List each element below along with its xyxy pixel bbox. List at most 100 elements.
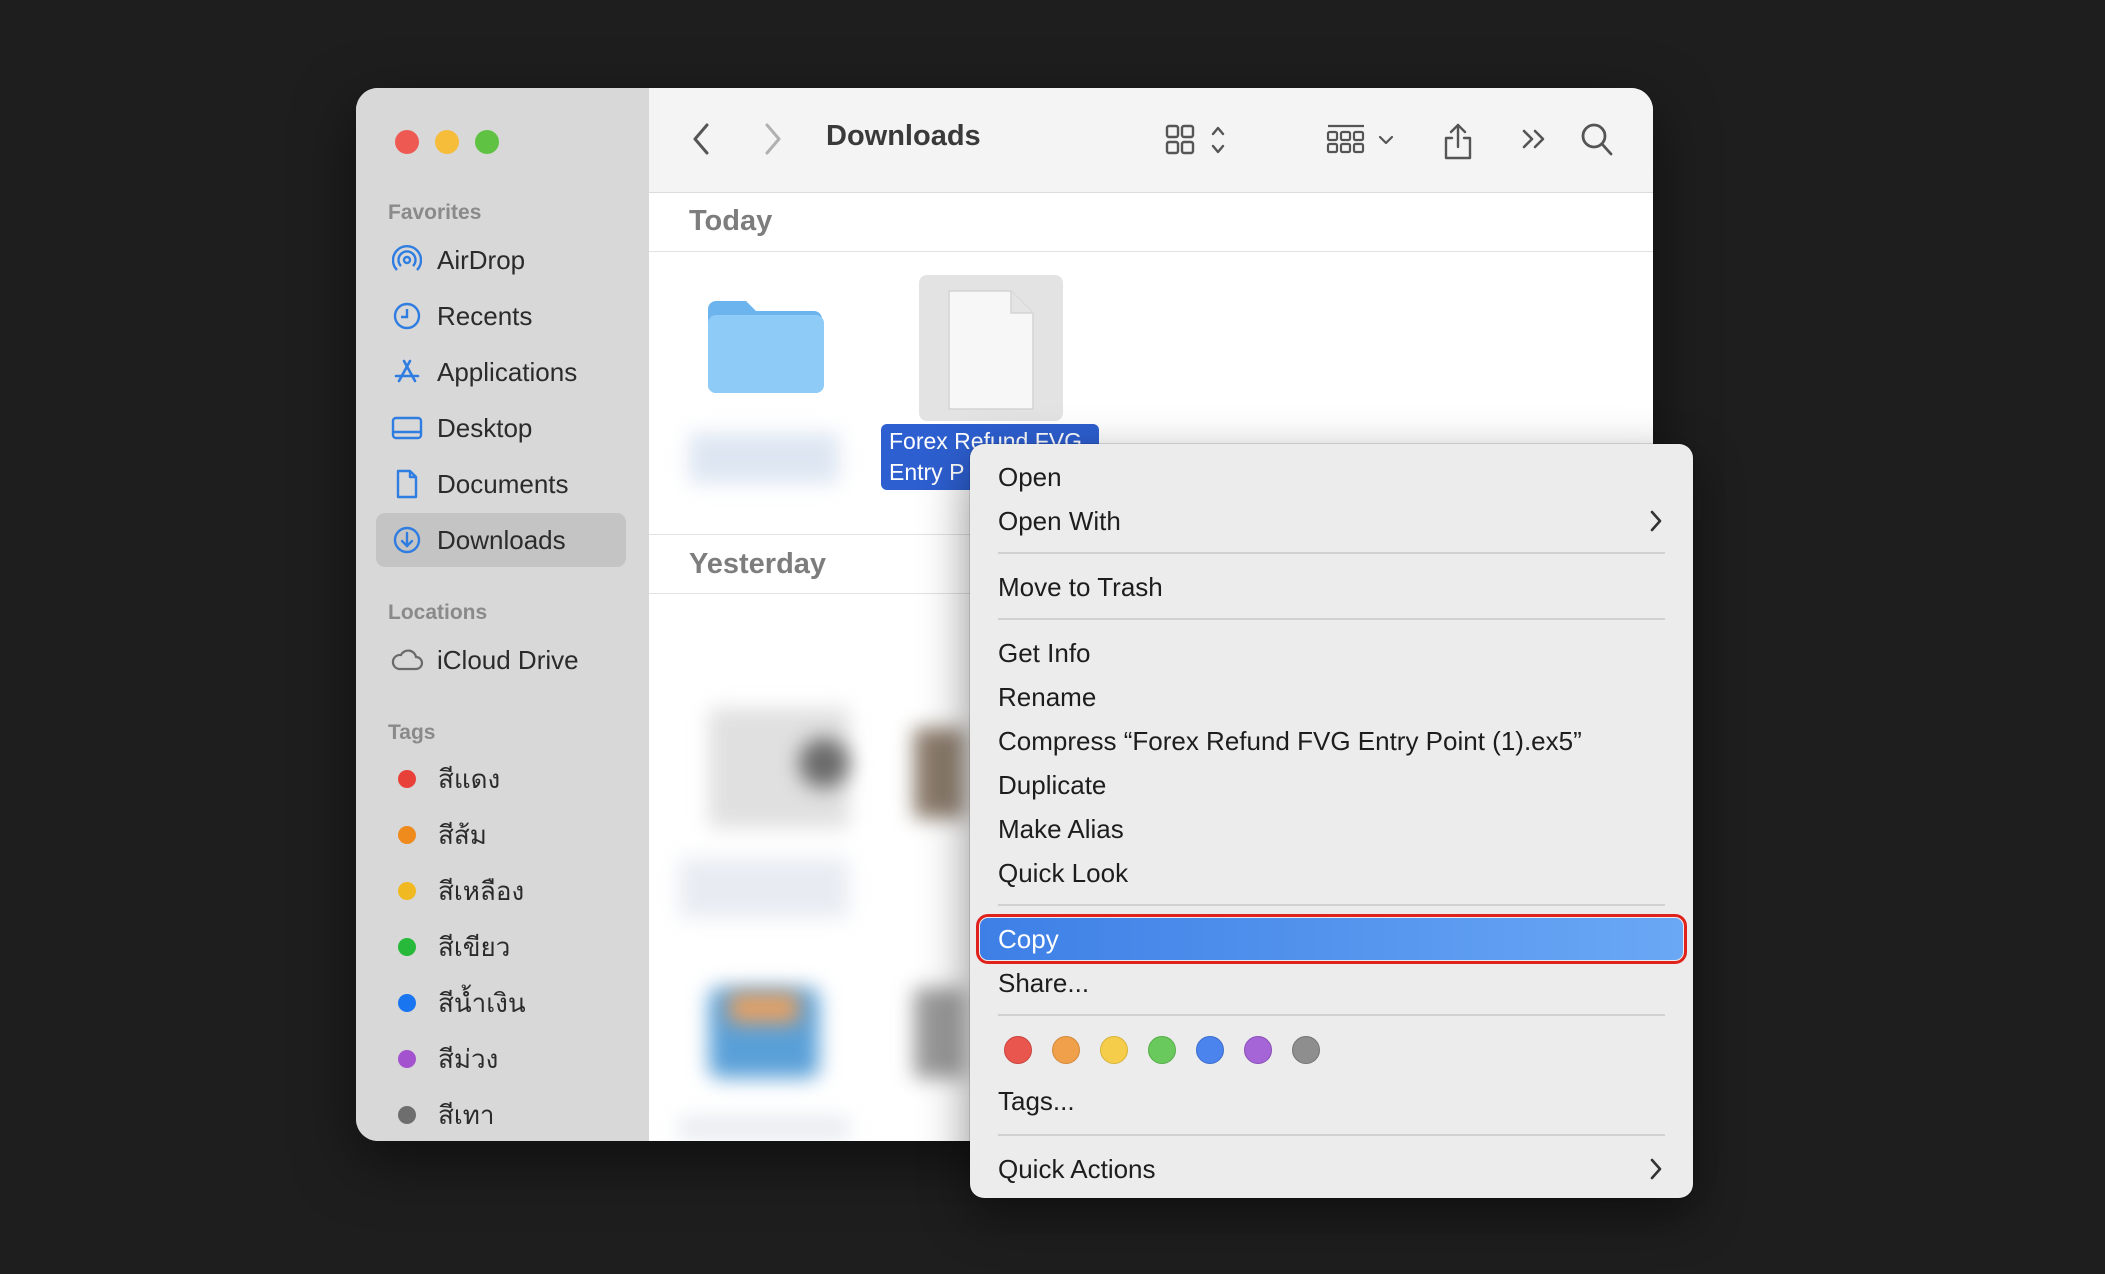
zoom-window-button[interactable] [475, 130, 499, 154]
download-icon [390, 523, 424, 557]
menu-item-quick-look[interactable]: Quick Look [980, 852, 1683, 894]
sidebar-item-label: Desktop [437, 412, 533, 443]
tag-color-purple[interactable] [1244, 1036, 1272, 1064]
sidebar-item-label: AirDrop [437, 244, 526, 275]
share-icon [1444, 123, 1472, 160]
more-toolbar-button[interactable] [1520, 122, 1550, 156]
menu-item-make-alias[interactable]: Make Alias [980, 808, 1683, 850]
tag-color-blue[interactable] [1196, 1036, 1224, 1064]
selected-file-item[interactable] [919, 275, 1063, 421]
locations-section-label: Locations [388, 601, 488, 624]
tag-color-yellow[interactable] [1100, 1036, 1128, 1064]
view-mode-button[interactable] [1164, 122, 1236, 158]
folder-item[interactable] [704, 293, 828, 403]
sidebar-item-downloads[interactable]: Downloads [376, 513, 626, 567]
blurred-file-thumbnail [799, 738, 849, 788]
tag-color-dot [398, 1050, 416, 1068]
menu-item-copy[interactable]: Copy [976, 914, 1687, 964]
menu-item-compress[interactable]: Compress “Forex Refund FVG Entry Point (… [980, 720, 1683, 762]
document-icon [390, 467, 424, 501]
sidebar-tag-gray[interactable]: สีเทา [376, 1088, 626, 1141]
folder-icon [708, 301, 824, 393]
menu-item-get-info[interactable]: Get Info [980, 632, 1683, 674]
chevron-double-right-icon [1522, 129, 1545, 149]
sidebar-item-icloud-drive[interactable]: iCloud Drive [376, 633, 626, 687]
generic-file-icon [948, 290, 1034, 410]
chevron-right-icon [1650, 510, 1662, 532]
window-title: Downloads [826, 120, 981, 152]
sidebar-item-label: Recents [437, 300, 533, 331]
sidebar-tag-yellow[interactable]: สีเหลือง [376, 864, 626, 918]
chevron-left-icon [693, 123, 709, 155]
back-button[interactable] [691, 122, 711, 156]
tag-color-dot [398, 770, 416, 788]
menu-separator [998, 552, 1665, 554]
menu-item-quick-actions[interactable]: Quick Actions [980, 1148, 1683, 1190]
context-menu: Open Open With Move to Trash Get Info Re… [970, 444, 1693, 1198]
minimize-window-button[interactable] [435, 130, 459, 154]
menu-item-tags[interactable]: Tags... [980, 1080, 1683, 1122]
menu-item-duplicate[interactable]: Duplicate [980, 764, 1683, 806]
tags-section-label: Tags [388, 721, 436, 744]
tag-color-row [1004, 1036, 1364, 1064]
share-button[interactable] [1441, 122, 1475, 162]
tag-color-dot [398, 882, 416, 900]
toolbar: Downloads [649, 88, 1653, 193]
sidebar-item-label: Applications [437, 356, 578, 387]
menu-item-rename[interactable]: Rename [980, 676, 1683, 718]
menu-separator [998, 618, 1665, 620]
sidebar-item-label: สีเทา [438, 1099, 495, 1130]
tag-color-gray[interactable] [1292, 1036, 1320, 1064]
sidebar-tag-purple[interactable]: สีม่วง [376, 1032, 626, 1086]
tag-color-orange[interactable] [1052, 1036, 1080, 1064]
icon-view-grid-icon [1165, 124, 1225, 155]
sidebar-item-label: Downloads [437, 524, 566, 555]
desktop-icon [390, 411, 424, 445]
sidebar-tag-orange[interactable]: สีส้ม [376, 808, 626, 862]
chevron-right-icon [1650, 1158, 1662, 1180]
sidebar-item-label: สีส้ม [438, 819, 487, 850]
tag-color-dot [398, 1106, 416, 1124]
sidebar-tag-green[interactable]: สีเขียว [376, 920, 626, 974]
sidebar-item-label: iCloud Drive [437, 644, 579, 675]
blurred-file-thumbnail [729, 993, 799, 1023]
tag-color-green[interactable] [1148, 1036, 1176, 1064]
menu-item-move-to-trash[interactable]: Move to Trash [980, 566, 1683, 608]
airdrop-icon [390, 243, 424, 277]
group-header-today: Today [649, 192, 1653, 252]
search-button[interactable] [1580, 122, 1614, 158]
sidebar-tag-red[interactable]: สีแดง [376, 752, 626, 806]
menu-separator [998, 1134, 1665, 1136]
tag-color-dot [398, 826, 416, 844]
tag-color-dot [398, 994, 416, 1012]
menu-item-share[interactable]: Share... [980, 962, 1683, 1004]
sidebar-item-documents[interactable]: Documents [376, 457, 626, 511]
applications-icon [390, 355, 424, 389]
sidebar-item-label: สีม่วง [438, 1043, 499, 1074]
sidebar-item-desktop[interactable]: Desktop [376, 401, 626, 455]
sidebar-item-label: สีเขียว [438, 931, 511, 962]
chevron-right-icon [765, 123, 781, 155]
tag-color-red[interactable] [1004, 1036, 1032, 1064]
sidebar-item-label: สีแดง [438, 763, 501, 794]
menu-separator [998, 1014, 1665, 1016]
sidebar-item-label: สีน้ำเงิน [438, 987, 526, 1018]
forward-button[interactable] [763, 122, 783, 156]
blurred-file-thumbnail [914, 728, 964, 818]
tag-color-dot [398, 938, 416, 956]
favorites-section-label: Favorites [388, 201, 482, 224]
sidebar-item-label: สีเหลือง [438, 875, 525, 906]
sidebar-item-recents[interactable]: Recents [376, 289, 626, 343]
close-window-button[interactable] [395, 130, 419, 154]
menu-item-open-with[interactable]: Open With [980, 500, 1683, 542]
blurred-filename [689, 433, 839, 483]
menu-separator [998, 904, 1665, 906]
search-icon [1581, 123, 1613, 156]
menu-item-open[interactable]: Open [980, 456, 1683, 498]
blurred-file-thumbnail [914, 988, 964, 1078]
sidebar-item-airdrop[interactable]: AirDrop [376, 233, 626, 287]
sidebar-item-applications[interactable]: Applications [376, 345, 626, 399]
sidebar-tag-blue[interactable]: สีน้ำเงิน [376, 976, 626, 1030]
cloud-icon [390, 643, 424, 677]
group-by-button[interactable] [1326, 122, 1396, 158]
